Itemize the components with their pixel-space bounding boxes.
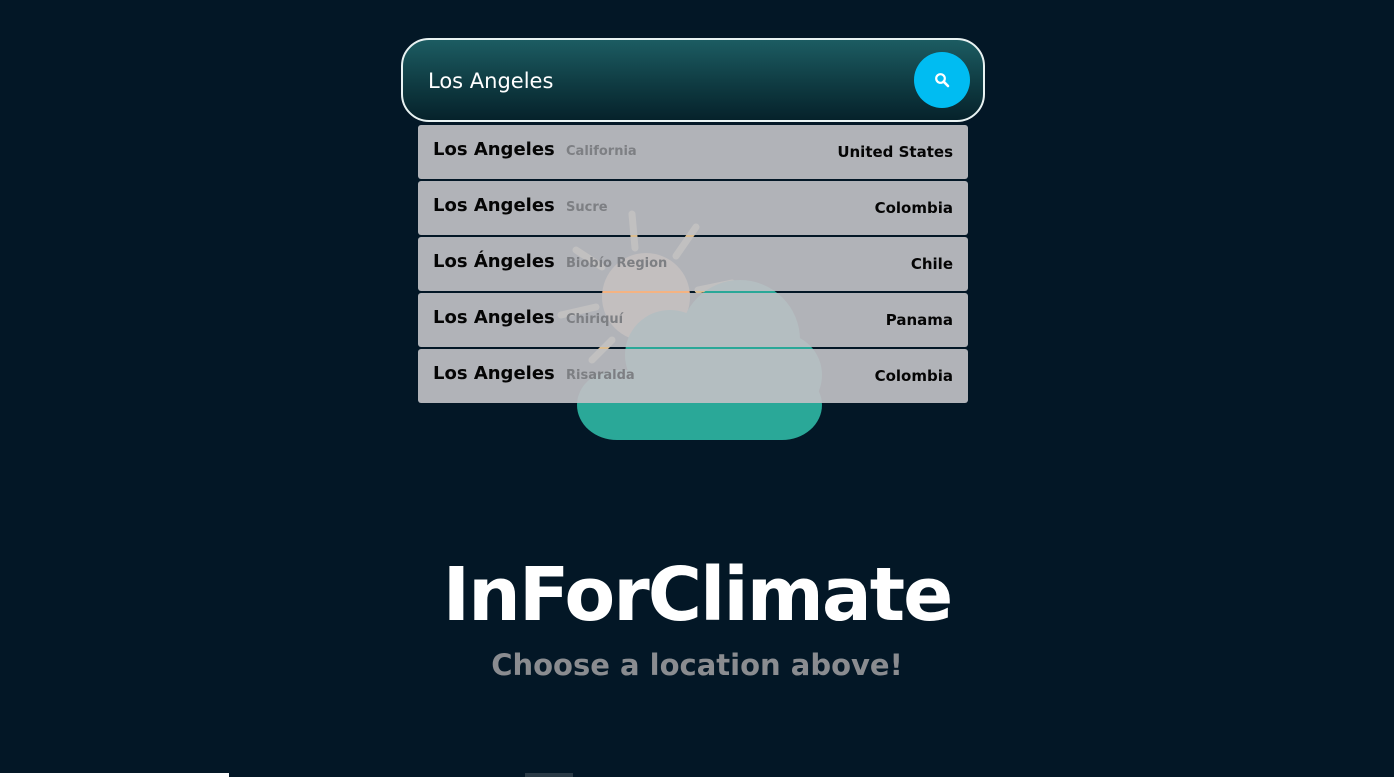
weather-app: Los Angeles California United States Los… xyxy=(0,0,1394,777)
suggestion-item[interactable]: Los Angeles Sucre Colombia xyxy=(418,181,968,235)
suggestion-region: Risaralda xyxy=(566,368,635,383)
search-button[interactable] xyxy=(914,52,970,108)
suggestion-city: Los Angeles xyxy=(433,363,555,384)
suggestion-region: California xyxy=(566,144,637,159)
suggestion-country: Colombia xyxy=(874,367,953,385)
suggestion-item[interactable]: Los Angeles Chiriquí Panama xyxy=(418,293,968,347)
suggestion-city: Los Angeles xyxy=(433,307,555,328)
suggestion-item[interactable]: Los Ángeles Biobío Region Chile xyxy=(418,237,968,291)
suggestion-item[interactable]: Los Angeles California United States xyxy=(418,125,968,179)
scrollbar-track xyxy=(0,773,229,777)
location-suggestions: Los Angeles California United States Los… xyxy=(418,125,968,405)
app-title: InForClimate xyxy=(442,552,954,638)
suggestion-city: Los Ángeles xyxy=(433,251,555,272)
search-input[interactable] xyxy=(428,62,898,100)
scrollbar-thumb[interactable] xyxy=(525,773,573,777)
search-bar xyxy=(401,38,985,122)
suggestion-country: United States xyxy=(837,143,953,161)
suggestion-region: Sucre xyxy=(566,200,608,215)
app-subtitle: Choose a location above! xyxy=(491,648,903,682)
suggestion-item[interactable]: Los Angeles Risaralda Colombia xyxy=(418,349,968,403)
search-icon xyxy=(935,73,950,88)
suggestion-country: Chile xyxy=(910,255,953,273)
suggestion-country: Colombia xyxy=(874,199,953,217)
suggestion-country: Panama xyxy=(885,311,953,329)
suggestion-city: Los Angeles xyxy=(433,139,555,160)
suggestion-city: Los Angeles xyxy=(433,195,555,216)
suggestion-region: Biobío Region xyxy=(566,256,668,271)
suggestion-region: Chiriquí xyxy=(566,312,624,327)
